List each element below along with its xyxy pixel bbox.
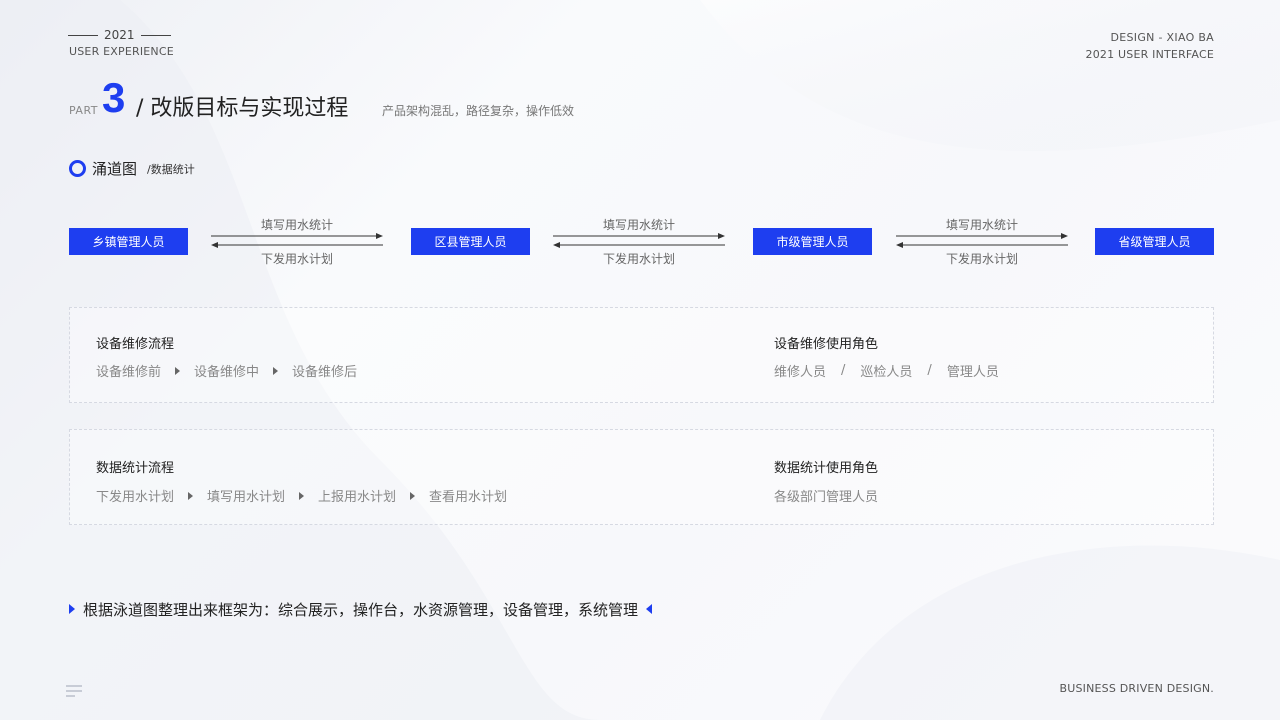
summary-line: 根据泳道图整理出来框架为：综合展示，操作台，水资源管理，设备管理，系统管理 [69, 598, 653, 620]
flow-up-label: 填写用水统计 [602, 218, 675, 232]
section-title: 涌道图 [92, 159, 138, 178]
caret-right-icon [410, 491, 416, 500]
role-box-township: 乡镇管理人员 [69, 228, 188, 255]
year-line-right [140, 34, 171, 36]
step-item: 下发用水计划 [96, 490, 175, 505]
card-right-title: 设备维修使用角色 [774, 337, 879, 352]
repair-steps: 设备维修前 设备维修中 设备维修后 [96, 361, 357, 380]
step-item: 设备维修后 [292, 365, 358, 380]
caret-right-icon [175, 366, 181, 375]
step-item: 设备维修中 [194, 365, 260, 380]
flow-2: 填写用水统计 下发用水计划 [553, 214, 725, 266]
flow-down-label: 下发用水计划 [602, 252, 675, 266]
caret-right-icon [188, 491, 194, 500]
caret-right-icon [299, 491, 305, 500]
step-item: 设备维修前 [96, 365, 162, 380]
year-label: 2021 [104, 28, 135, 42]
double-arrow-icon [896, 233, 1068, 248]
footer-slogan: BUSINESS DRIVEN DESIGN. [1059, 682, 1214, 695]
role-item: 维修人员 [774, 365, 827, 380]
card-right-title: 数据统计使用角色 [774, 461, 879, 476]
card-left-title: 设备维修流程 [96, 337, 175, 352]
separator: / [841, 363, 846, 378]
flow-up-label: 填写用水统计 [260, 218, 333, 232]
role-box-city: 市级管理人员 [753, 228, 872, 255]
flow-3: 填写用水统计 下发用水计划 [896, 214, 1068, 266]
caret-left-icon [646, 604, 653, 614]
step-item: 上报用水计划 [318, 490, 397, 505]
caret-right-icon [69, 604, 75, 614]
statistics-roles: 各级部门管理人员 [774, 486, 878, 505]
title-main: / 改版目标与实现过程 [136, 96, 349, 121]
part-word: PART [69, 104, 99, 117]
flow-1: 填写用水统计 下发用水计划 [211, 214, 383, 266]
role-box-province: 省级管理人员 [1095, 228, 1214, 255]
menu-icon [66, 685, 82, 697]
double-arrow-icon [211, 233, 383, 248]
role-box-county: 区县管理人员 [411, 228, 530, 255]
user-experience-label: USER EXPERIENCE [69, 45, 174, 58]
design-credit: DESIGN - XIAO BA [1110, 31, 1214, 44]
section-subtitle: /数据统计 [147, 163, 195, 176]
step-item: 填写用水计划 [207, 490, 286, 505]
separator: / [927, 363, 932, 378]
equipment-repair-card: 设备维修流程 设备维修前 设备维修中 设备维修后 设备维修使用角色 维修人员 /… [69, 307, 1214, 403]
title-subtitle: 产品架构混乱，路径复杂，操作低效 [382, 104, 575, 118]
ui-label: 2021 USER INTERFACE [1085, 48, 1214, 61]
role-item: 各级部门管理人员 [774, 490, 879, 505]
statistics-steps: 下发用水计划 填写用水计划 上报用水计划 查看用水计划 [96, 486, 507, 505]
year-line-left [68, 34, 98, 36]
summary-text: 根据泳道图整理出来框架为：综合展示，操作台，水资源管理，设备管理，系统管理 [83, 600, 639, 619]
caret-right-icon [273, 366, 279, 375]
part-number: 3 [102, 74, 126, 121]
double-arrow-icon [553, 233, 725, 248]
role-item: 管理人员 [946, 365, 999, 380]
repair-roles: 维修人员 / 巡检人员 / 管理人员 [774, 361, 999, 380]
role-item: 巡检人员 [860, 365, 913, 380]
data-statistics-card: 数据统计流程 下发用水计划 填写用水计划 上报用水计划 查看用水计划 数据统计使… [69, 429, 1214, 525]
step-item: 查看用水计划 [429, 490, 508, 505]
flow-down-label: 下发用水计划 [260, 252, 333, 266]
year-row: 2021 [68, 27, 171, 43]
flow-up-label: 填写用水统计 [945, 218, 1018, 232]
card-left-title: 数据统计流程 [96, 461, 175, 476]
flow-down-label: 下发用水计划 [945, 252, 1018, 266]
ring-icon [69, 159, 86, 177]
section-heading: 涌道图 /数据统计 [69, 158, 195, 178]
